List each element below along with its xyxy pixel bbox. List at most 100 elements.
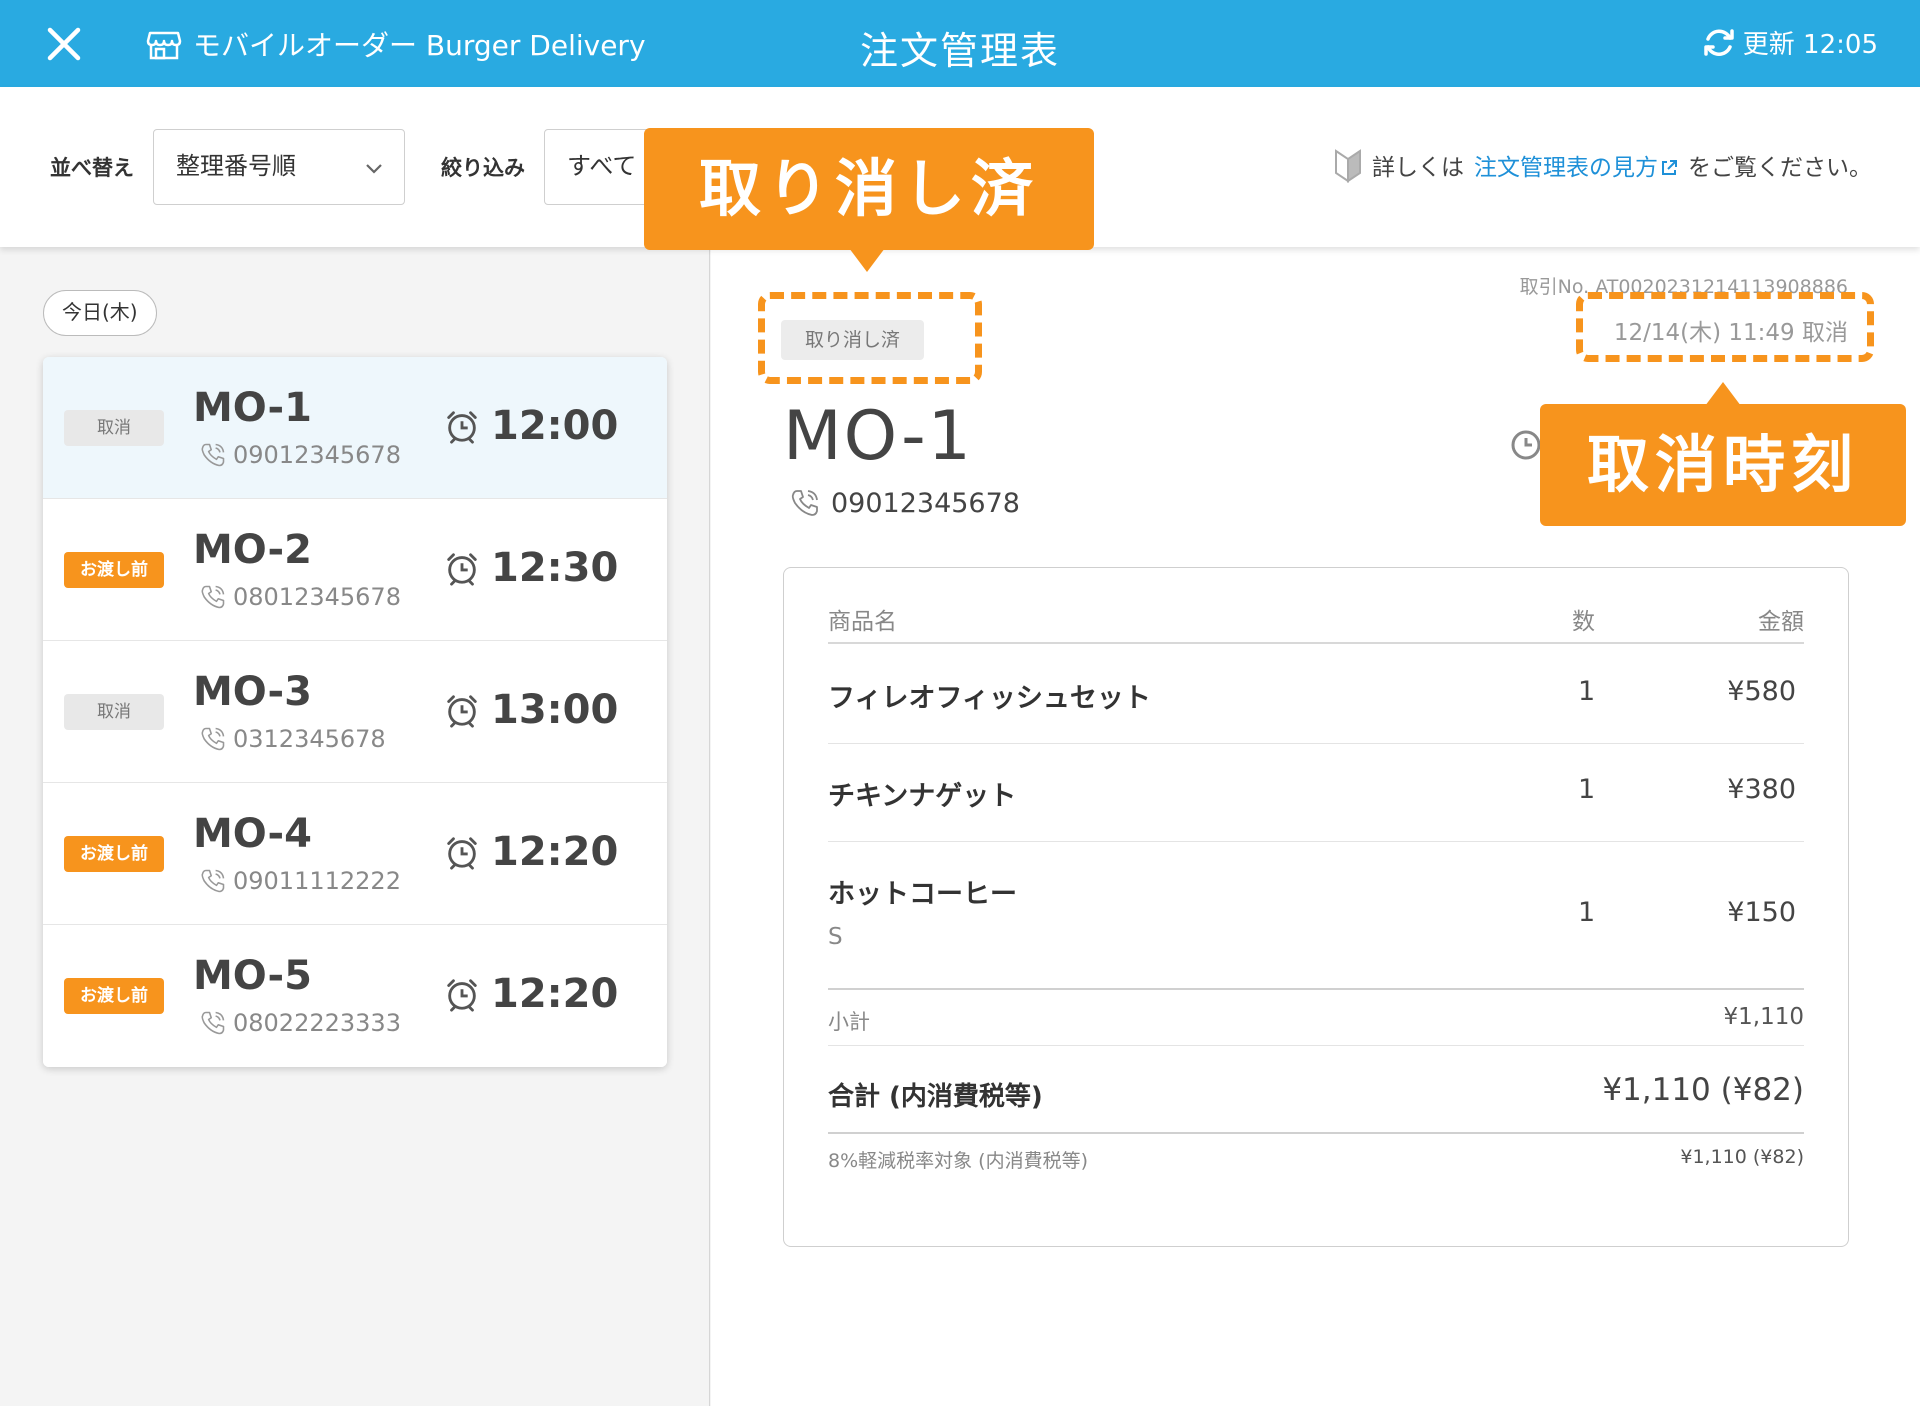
item-row: フィレオフィッシュセット 1 ¥580 [828, 646, 1804, 744]
store-name: モバイルオーダー Burger Delivery [145, 24, 646, 64]
order-time-text: 12:20 [491, 971, 619, 1017]
item-qty: 1 [1578, 897, 1596, 928]
phone-icon [201, 443, 225, 467]
order-row[interactable]: お渡し前 MO-5 08022223333 12:20 [43, 925, 667, 1067]
item-amount: ¥150 [1727, 897, 1796, 928]
col-name-header: 商品名 [828, 609, 897, 635]
order-id: MO-4 [193, 811, 312, 857]
subtotal-value: ¥1,110 [1723, 1004, 1804, 1030]
alarm-clock-icon [447, 837, 477, 870]
order-row[interactable]: お渡し前 MO-2 08012345678 12:30 [43, 499, 667, 641]
order-phone-number: 09012345678 [233, 441, 401, 469]
item-name: ホットコーヒー [828, 879, 1017, 910]
subtotal-row: 小計 ¥1,110 [828, 988, 1804, 1046]
refresh-button[interactable]: 更新 12:05 [1701, 24, 1878, 61]
phone-icon [201, 727, 225, 751]
order-id: MO-1 [193, 385, 312, 431]
order-phone-number: 08022223333 [233, 1009, 401, 1037]
help-suffix: をご覧ください。 [1688, 155, 1872, 181]
order-items-card: 商品名 数 金額 フィレオフィッシュセット 1 ¥580 チキンナゲット 1 ¥… [783, 567, 1849, 1247]
tax-label: 8%軽減税率対象 (内消費税等) [828, 1150, 1089, 1172]
order-time-text: 13:00 [491, 687, 619, 733]
order-pickup-time: 12:00 [443, 403, 618, 449]
item-name: フィレオフィッシュセット [828, 683, 1151, 714]
order-time-text: 12:20 [491, 829, 619, 875]
order-pickup-time: 12:20 [443, 829, 618, 875]
order-phone-number: 0312345678 [233, 725, 386, 753]
store-name-text: モバイルオーダー Burger Delivery [193, 29, 646, 62]
order-row[interactable]: 取消 MO-3 0312345678 13:00 [43, 641, 667, 783]
order-phone: 09011112222 [199, 867, 401, 895]
col-qty-header: 数 [1572, 609, 1595, 635]
item-amount: ¥380 [1727, 774, 1796, 805]
total-label: 合計 (内消費税等) [828, 1082, 1043, 1112]
subtotal-label: 小計 [828, 1010, 870, 1034]
item-row: チキンナゲット 1 ¥380 [828, 744, 1804, 842]
item-qty: 1 [1578, 676, 1596, 707]
order-id: MO-2 [193, 527, 312, 573]
phone-icon [201, 585, 225, 609]
beginner-mark-icon [1335, 149, 1361, 183]
order-pickup-time: 12:30 [443, 545, 618, 591]
order-row[interactable]: お渡し前 MO-4 09011112222 12:20 [43, 783, 667, 925]
order-id: MO-5 [193, 953, 312, 999]
detail-phone: 09012345678 [789, 487, 1020, 519]
cancel-time-callout: 取消時刻 [1540, 382, 1906, 526]
order-pickup-time: 13:00 [443, 687, 618, 733]
order-id: MO-3 [193, 669, 312, 715]
help-link[interactable]: 注文管理表の見方 [1474, 148, 1678, 182]
close-icon [47, 27, 81, 61]
order-phone-number: 09011112222 [233, 867, 401, 895]
tax-row: 8%軽減税率対象 (内消費税等) ¥1,110 (¥82) [828, 1134, 1804, 1184]
items-table-header: 商品名 数 金額 [828, 602, 1804, 644]
sort-label: 並べ替え [50, 156, 134, 180]
help-text: 詳しくは 注文管理表の見方 をご覧ください。 [1334, 147, 1872, 183]
order-status-badge: お渡し前 [64, 836, 164, 872]
order-phone: 08012345678 [199, 583, 401, 611]
external-link-icon [1662, 160, 1677, 175]
close-button[interactable] [40, 20, 88, 68]
sort-select[interactable]: 整理番号順 [153, 129, 405, 205]
detail-order-id: MO-1 [783, 397, 973, 476]
refresh-icon [1704, 28, 1734, 56]
order-status-badge: お渡し前 [64, 552, 164, 588]
item-qty: 1 [1578, 774, 1596, 805]
filter-select-value: すべて [567, 152, 637, 180]
order-list-pane: 今日(木) 取消 MO-1 09012345678 12:00 お渡し前 MO-2 0801… [0, 247, 710, 1406]
alarm-clock-icon [447, 553, 477, 586]
order-pickup-time: 12:20 [443, 971, 618, 1017]
item-amount: ¥580 [1727, 676, 1796, 707]
alarm-clock-icon [447, 411, 477, 444]
order-phone: 09012345678 [199, 441, 401, 469]
refresh-label: 更新 12:05 [1742, 30, 1878, 60]
total-value: ¥1,110 (¥82) [1602, 1072, 1804, 1108]
alarm-clock-icon [447, 979, 477, 1012]
order-phone: 08022223333 [199, 1009, 401, 1037]
order-status-badge: 取消 [64, 694, 164, 730]
order-row[interactable]: 取消 MO-1 09012345678 12:00 [43, 357, 667, 499]
detail-status-badge: 取り消し済 [781, 320, 924, 360]
day-chip: 今日(木) [43, 290, 157, 336]
filter-label: 絞り込み [441, 156, 525, 180]
order-status-badge: お渡し前 [64, 978, 164, 1014]
store-icon [146, 31, 182, 60]
item-row: ホットコーヒー S 1 ¥150 [828, 842, 1804, 988]
detail-phone-number: 09012345678 [831, 487, 1020, 519]
top-bar: モバイルオーダー Burger Delivery 注文管理表 更新 12:05 [0, 0, 1920, 87]
phone-icon [201, 1011, 225, 1035]
tax-value: ¥1,110 (¥82) [1680, 1146, 1804, 1168]
item-option: S [828, 924, 843, 950]
col-amount-header: 金額 [1758, 609, 1804, 635]
chevron-down-icon [366, 164, 382, 174]
alarm-clock-icon [447, 695, 477, 728]
sort-select-value: 整理番号順 [176, 152, 296, 180]
status-callout: 取り消し済 [644, 128, 1094, 272]
order-phone-number: 08012345678 [233, 583, 401, 611]
help-link-text: 注文管理表の見方 [1474, 155, 1658, 181]
order-list: 取消 MO-1 09012345678 12:00 お渡し前 MO-2 0801234567… [43, 357, 667, 1067]
order-phone: 0312345678 [199, 725, 386, 753]
order-status-badge: 取消 [64, 410, 164, 446]
help-prefix: 詳しくは [1372, 155, 1464, 181]
item-name: チキンナゲット [828, 781, 1017, 812]
phone-icon [791, 490, 818, 516]
